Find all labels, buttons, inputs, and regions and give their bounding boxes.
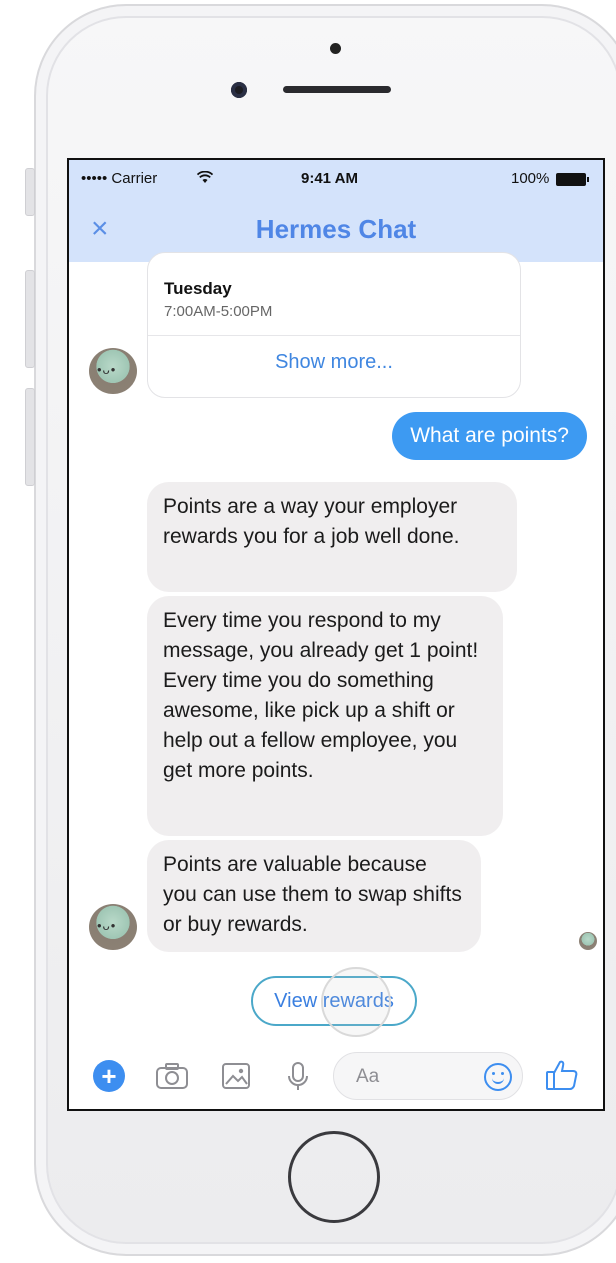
plus-icon[interactable]: + <box>93 1060 125 1092</box>
thumbs-up-icon[interactable] <box>545 1058 579 1092</box>
bot-message-bubble[interactable]: Points are a way your employer rewards y… <box>147 482 517 592</box>
volume-down-button <box>25 388 35 486</box>
carrier-label: ••••• Carrier <box>81 170 158 187</box>
bot-message-bubble[interactable]: Every time you respond to my message, yo… <box>147 596 503 836</box>
bot-avatar: •ᴗ• <box>89 348 137 394</box>
volume-up-button <box>25 270 35 368</box>
image-icon[interactable] <box>219 1062 253 1090</box>
front-camera <box>231 82 247 98</box>
cat-face-icon: •ᴗ• <box>97 918 117 933</box>
battery-icon <box>556 173 589 186</box>
card-divider <box>148 335 520 336</box>
show-more-button[interactable]: Show more... <box>148 351 520 374</box>
composer-toolbar: + Aa <box>69 1040 603 1109</box>
mute-switch <box>25 168 35 216</box>
microphone-icon[interactable] <box>281 1062 315 1090</box>
schedule-card: Tuesday 7:00AM-5:00PM Show more... <box>147 252 521 398</box>
bot-message-bubble[interactable]: Points are valuable because you can use … <box>147 840 481 952</box>
home-button[interactable] <box>288 1131 380 1223</box>
status-bar: ••••• Carrier 9:41 AM 100% <box>69 160 603 198</box>
wifi-icon <box>197 171 213 183</box>
message-list[interactable]: Tuesday 7:00AM-5:00PM Show more... •ᴗ• W… <box>69 252 603 1040</box>
view-rewards-button[interactable]: View rewards <box>251 976 417 1026</box>
bot-avatar: •ᴗ• <box>89 904 137 950</box>
message-input[interactable]: Aa <box>333 1052 523 1100</box>
proximity-sensor <box>330 43 341 54</box>
phone-screen: ••••• Carrier 9:41 AM 100% × Hermes Chat… <box>67 158 605 1111</box>
message-input-placeholder: Aa <box>356 1066 380 1087</box>
schedule-hours: 7:00AM-5:00PM <box>164 303 273 320</box>
read-receipt-avatar <box>579 932 597 950</box>
battery-percentage: 100% <box>511 170 550 187</box>
cat-face-icon: •ᴗ• <box>97 362 117 377</box>
earpiece-speaker <box>283 86 391 93</box>
camera-icon[interactable] <box>155 1062 189 1090</box>
schedule-day: Tuesday <box>164 279 232 298</box>
status-time: 9:41 AM <box>301 170 358 187</box>
user-message-bubble[interactable]: What are points? <box>392 412 587 460</box>
emoji-icon[interactable] <box>484 1063 512 1091</box>
chat-title: Hermes Chat <box>255 214 417 244</box>
